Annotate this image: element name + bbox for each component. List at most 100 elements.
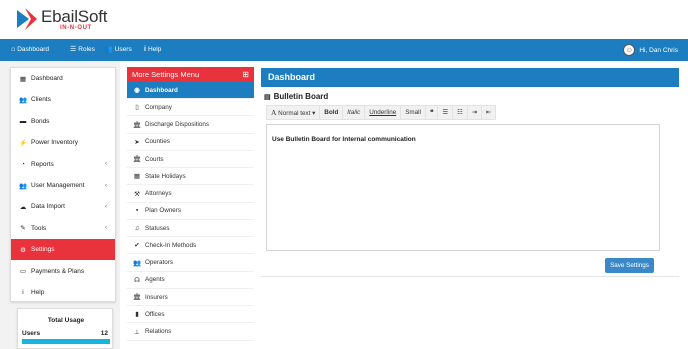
settings-item-label: Courts [145, 155, 164, 163]
page-title: Dashboard [261, 68, 679, 87]
total-usage-box: Total Usage Users 12 [17, 308, 113, 349]
settings-item-company[interactable]: ▯ Company [127, 99, 254, 117]
settings-item-discharge-dispositions[interactable]: 🏛 Discharge Dispositions [127, 117, 254, 134]
sidebar-item-payments-plans[interactable]: ▭ Payments & Plans [11, 261, 115, 282]
editor-toolbar: A Normal text ▾ Bold Italic Underline Sm… [266, 105, 497, 120]
nav-help[interactable]: i Help [144, 39, 161, 61]
settings-item-icon: ✔ [134, 242, 140, 250]
sidebar-item-help[interactable]: i Help [11, 282, 115, 303]
sidebar-item-icon: ◔ [21, 160, 25, 168]
bulletin-editor[interactable]: Use Bulletin Board for Internal communic… [266, 124, 660, 251]
settings-item-icon: ▦ [133, 173, 141, 181]
nav-label: Help [147, 46, 162, 53]
more-settings-menu: More Settings Menu ⊞ ◉ Dashboard ▯ Company 🏛… [127, 67, 254, 349]
settings-item-label: Discharge Dispositions [145, 121, 210, 128]
bold-button[interactable]: Bold [320, 106, 344, 119]
usage-progress-fill [22, 339, 110, 344]
settings-item-state-holidays[interactable]: ▦ State Holidays [127, 168, 254, 186]
sidebar-item-bonds[interactable]: ▬ Bonds [11, 111, 115, 132]
sidebar-item-icon: i [22, 289, 24, 296]
settings-item-icon: ▮ [135, 311, 139, 319]
settings-item-check-in-methods[interactable]: ✔ Check-In Methods [127, 237, 254, 255]
nav-dashboard[interactable]: ⌂ Dashboard [11, 39, 49, 61]
nav-users[interactable]: 👥 Users [104, 39, 132, 61]
settings-item-label: Dashboard [145, 86, 178, 94]
text-style-label: Normal text [278, 110, 311, 117]
settings-item-icon: 👥 [133, 259, 142, 267]
list-icon: ☰ [70, 46, 77, 53]
nav-label: Users [114, 46, 132, 53]
caret-down-icon: ▾ [312, 110, 316, 117]
sidebar-item-icon: ⚙ [20, 246, 26, 254]
indent-icon[interactable]: ⇥ [468, 106, 482, 119]
settings-item-relations[interactable]: ⊥ Relations [127, 324, 254, 341]
user-greeting: Hi, Dan Chris [639, 46, 678, 54]
chevron-left-icon: ‹ [105, 182, 107, 189]
small-button[interactable]: Small [401, 106, 426, 119]
settings-item-attorneys[interactable]: ⚒ Attorneys [127, 186, 254, 203]
sidebar-item-clients[interactable]: 👥 Clients [11, 89, 115, 110]
user-menu[interactable]: ☺ Hi, Dan Chris [623, 39, 678, 61]
sidebar-item-dashboard[interactable]: ▦ Dashboard [11, 68, 115, 89]
settings-item-label: Operators [145, 259, 173, 266]
sidebar-item-label: Clients [31, 96, 51, 104]
outdent-icon[interactable]: ⇤ [482, 106, 495, 119]
settings-item-dashboard[interactable]: ◉ Dashboard [127, 82, 254, 99]
sidebar-item-tools[interactable]: ✎ Tools ‹ [11, 218, 115, 239]
expand-icon[interactable]: ⊞ [242, 67, 249, 82]
sidebar-item-label: Dashboard [31, 75, 63, 82]
quote-icon[interactable]: ❝ [426, 106, 439, 119]
settings-item-label: Counties [145, 138, 170, 146]
text-style-dropdown[interactable]: A Normal text ▾ [267, 106, 321, 119]
sidebar-item-reports[interactable]: ◔ Reports ‹ [11, 154, 115, 175]
settings-item-statuses[interactable]: ♫ Statuses [127, 220, 254, 237]
settings-item-plan-owners[interactable]: ▪ Plan Owners [127, 203, 254, 220]
sidebar-item-label: Tools [31, 224, 47, 232]
settings-item-icon: ▯ [135, 104, 139, 112]
sidebar-item-label: Data Import [31, 203, 65, 211]
settings-item-operators[interactable]: 👥 Operators [127, 255, 254, 272]
bulletin-title: Bulletin Board [273, 92, 329, 101]
sidebar-item-label: Payments & Plans [31, 267, 85, 275]
sidebar-item-icon: 👥 [19, 96, 28, 104]
usage-title: Total Usage [47, 317, 85, 324]
sidebar-item-label: Settings [31, 246, 55, 254]
save-settings-button[interactable]: Save Settings [605, 258, 654, 273]
settings-item-icon: ♫ [134, 224, 140, 232]
info-icon: i [144, 46, 146, 53]
underline-button[interactable]: Underline [365, 106, 402, 119]
settings-item-courts[interactable]: 🏛 Courts [127, 151, 254, 168]
usage-label: Users [22, 330, 41, 337]
sidebar-item-label: Reports [31, 160, 54, 168]
top-navigation: ⌂ Dashboard ☰ Roles 👥 Users i Help ☺ Hi,… [0, 39, 688, 61]
settings-item-icon: 🏛 [133, 294, 142, 301]
chevron-left-icon: ‹ [105, 203, 107, 210]
ebailsoft-logo-icon [17, 8, 37, 30]
logo-subtitle: IN-N-OUT [60, 25, 92, 31]
settings-menu-header: More Settings Menu ⊞ [127, 67, 254, 82]
sidebar-item-power-inventory[interactable]: ⚡ Power Inventory [11, 132, 115, 153]
settings-item-counties[interactable]: ➤ Counties [127, 134, 254, 151]
settings-item-offices[interactable]: ▮ Offices [127, 306, 254, 324]
sidebar-item-label: Power Inventory [31, 139, 78, 147]
settings-item-icon: ➤ [134, 138, 140, 146]
bulletin-icon: ▤ [264, 93, 271, 101]
settings-item-agents[interactable]: ☊ Agents [127, 272, 254, 289]
sidebar-item-icon: 👥 [19, 182, 28, 190]
sidebar-item-settings[interactable]: ⚙ Settings [11, 239, 115, 261]
sidebar-item-data-import[interactable]: ☁ Data Import ‹ [11, 196, 115, 217]
nav-label: Dashboard [17, 46, 50, 53]
settings-item-insurers[interactable]: 🏛 Insurers [127, 289, 254, 306]
sidebar-item-user-management[interactable]: 👥 User Management ‹ [11, 175, 115, 196]
sidebar-item-icon: ⚡ [19, 139, 28, 147]
avatar-icon: ☺ [623, 44, 636, 56]
italic-button[interactable]: Italic [343, 106, 366, 119]
nav-roles[interactable]: ☰ Roles [70, 39, 95, 61]
sidebar: ▦ Dashboard 👥 Clients ▬ Bonds ⚡ Power Inventory… [10, 67, 116, 302]
bulletin-board-heading: ▤ Bulletin Board [264, 92, 328, 101]
nav-label: Roles [78, 46, 95, 53]
unordered-list-icon[interactable]: ☰ [438, 106, 453, 119]
settings-item-label: Agents [145, 276, 165, 284]
ordered-list-icon[interactable]: ☷ [453, 106, 468, 119]
settings-item-label: State Holidays [145, 172, 186, 180]
